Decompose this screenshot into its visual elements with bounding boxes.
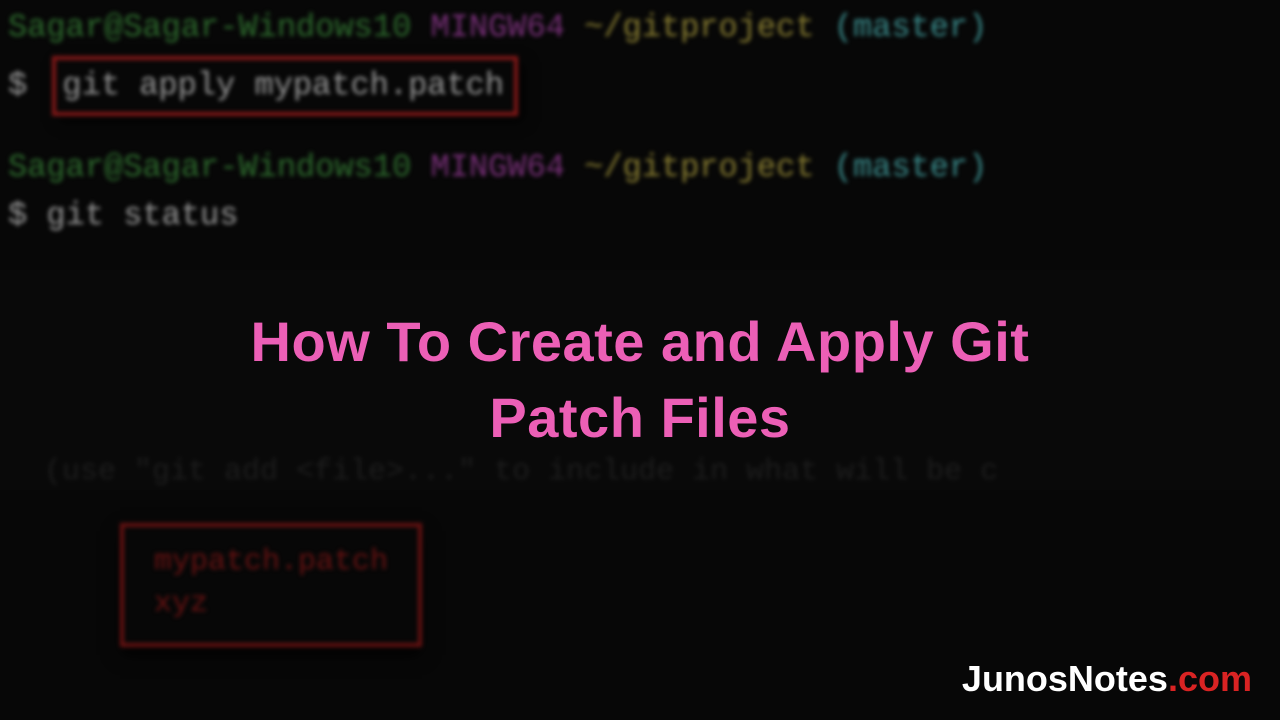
command-line-1: $ git apply mypatch.patch — [0, 52, 1280, 116]
command-line-2: $ git status — [0, 192, 1280, 240]
git-apply-command: git apply mypatch.patch — [62, 67, 504, 104]
mingw-label: MINGW64 — [430, 149, 564, 186]
site-watermark: JunosNotes.com — [962, 658, 1252, 700]
path: ~/gitproject — [584, 9, 814, 46]
untracked-file: xyz — [154, 583, 388, 625]
mingw-label: MINGW64 — [430, 9, 564, 46]
branch: (master) — [834, 9, 988, 46]
watermark-domain: .com — [1168, 658, 1252, 699]
untracked-file: mypatch.patch — [154, 541, 388, 583]
dollar: $ — [8, 67, 27, 104]
watermark-name: JunosNotes — [962, 658, 1168, 699]
branch: (master) — [834, 149, 988, 186]
dollar: $ — [8, 197, 27, 234]
title-line-2: Patch Files — [489, 386, 790, 449]
title-banner: How To Create and Apply Git Patch Files — [0, 270, 1280, 490]
path: ~/gitproject — [584, 149, 814, 186]
git-status-command: git status — [46, 197, 238, 234]
prompt-line-1: Sagar@Sagar-Windows10 MINGW64 ~/gitproje… — [0, 0, 1280, 52]
untracked-files-box: mypatch.patch xyz — [120, 523, 422, 647]
highlighted-command-box: git apply mypatch.patch — [52, 56, 518, 116]
prompt-line-2: Sagar@Sagar-Windows10 MINGW64 ~/gitproje… — [0, 144, 1280, 192]
article-title: How To Create and Apply Git Patch Files — [251, 304, 1030, 455]
user-host: Sagar@Sagar-Windows10 — [8, 9, 411, 46]
title-line-1: How To Create and Apply Git — [251, 310, 1030, 373]
user-host: Sagar@Sagar-Windows10 — [8, 149, 411, 186]
